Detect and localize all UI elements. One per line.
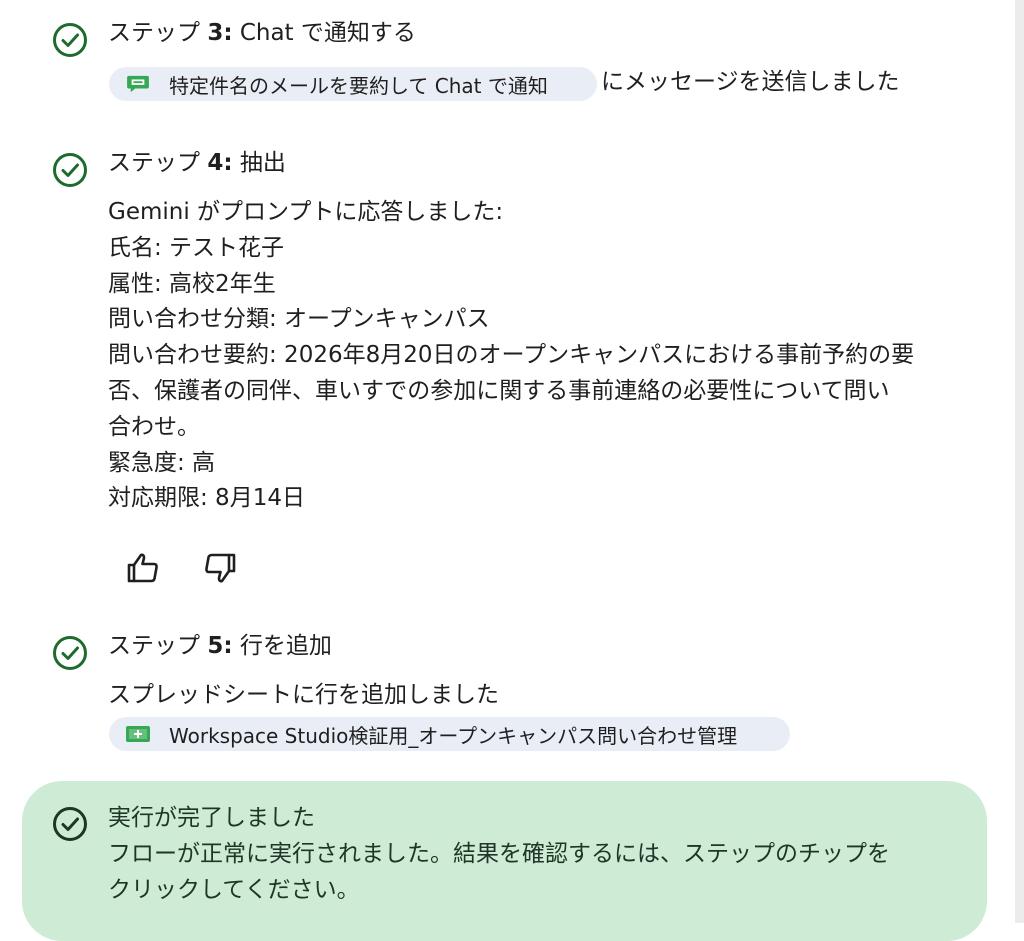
response-line: 否、保護者の同伴、車いすでの参加に関する事前連絡の必要性について問い [108, 377, 890, 404]
completion-line: クリックしてください。 [108, 876, 360, 903]
response-line: 氏名: テスト花子 [108, 234, 285, 261]
thumbs-down-icon[interactable] [200, 548, 240, 588]
step-name: 行を追加 [232, 633, 332, 659]
step-label: ステップ [108, 20, 208, 46]
google-chat-icon [127, 75, 149, 93]
google-sheets-icon [126, 726, 150, 742]
step-label: ステップ [108, 150, 208, 176]
chat-space-chip[interactable]: 特定件名のメールを要約して Chat で通知 [109, 67, 597, 101]
response-line: 対応期限: 8月14日 [108, 485, 305, 512]
step-label: ステップ [108, 633, 208, 659]
chip-label: Workspace Studio検証用_オープンキャンパス問い合わせ管理 [169, 723, 738, 748]
step-number: 4: [207, 150, 233, 176]
step-number: 5: [207, 633, 233, 659]
step-result-text: にメッセージを送信しました [601, 69, 900, 95]
completion-line: フローが正常に実行されました。結果を確認するには、ステップのチップを [108, 840, 890, 867]
completion-title: 実行が完了しました [108, 805, 315, 831]
step-title: ステップ 5: 行を追加 [108, 630, 332, 662]
step-result-text: スプレッドシートに行を追加しました [108, 682, 499, 708]
response-line: 問い合わせ分類: オープンキャンパス [108, 306, 490, 333]
step-title: ステップ 3: Chat で通知する [108, 17, 416, 49]
completion-message: 実行が完了しました フローが正常に実行されました。結果を確認するには、ステップの… [108, 801, 890, 908]
response-line: 合わせ。 [108, 413, 200, 440]
chip-label: 特定件名のメールを要約して Chat で通知 [169, 73, 548, 98]
response-line: 問い合わせ要約: 2026年8月20日のオープンキャンパスにおける事前予約の要 [108, 342, 915, 369]
check-circle-icon [53, 636, 87, 670]
step-title: ステップ 4: 抽出 [108, 147, 286, 179]
thumbs-up-icon[interactable] [123, 548, 163, 588]
check-circle-icon [53, 807, 87, 841]
spreadsheet-chip[interactable]: Workspace Studio検証用_オープンキャンパス問い合わせ管理 [109, 717, 790, 751]
scroll-edge [1015, 0, 1024, 923]
response-line: Gemini がプロンプトに応答しました: [108, 199, 504, 225]
check-circle-icon [53, 23, 87, 57]
check-circle-icon [53, 153, 87, 187]
response-line: 緊急度: 高 [108, 449, 216, 476]
gemini-response: Gemini がプロンプトに応答しました: 氏名: テスト花子 属性: 高校2年… [108, 195, 914, 517]
response-line: 属性: 高校2年生 [108, 270, 276, 297]
step-name: Chat で通知する [232, 20, 416, 46]
step-number: 3: [207, 20, 233, 46]
step-name: 抽出 [232, 150, 286, 176]
